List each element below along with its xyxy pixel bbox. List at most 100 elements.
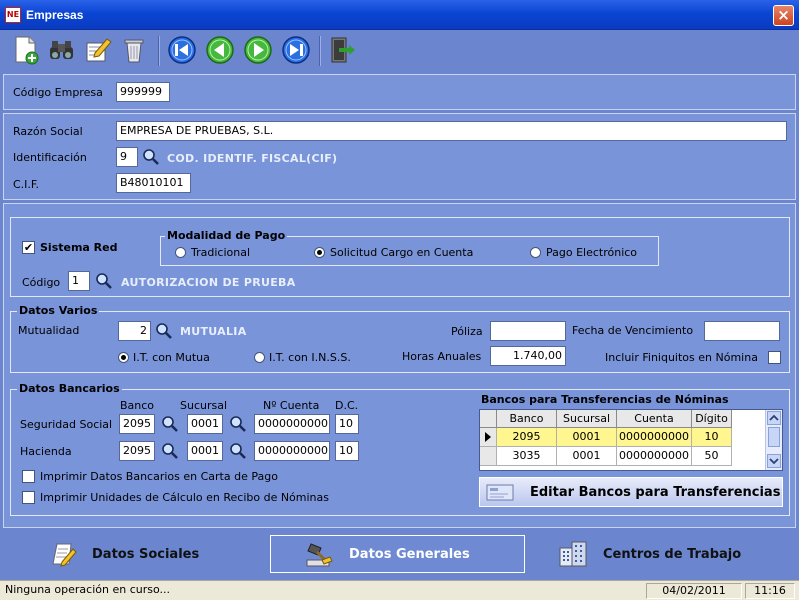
modalidad-pago-title: Modalidad de Pago [165,229,288,242]
razon-social-input[interactable]: EMPRESA DE PRUEBAS, S.L. [116,121,787,141]
main-data-panel: ✔ Sistema Red Código 1 AUTORIZACION DE P… [3,203,796,528]
horas-anuales-input[interactable]: 1.740,00 [490,346,566,366]
previous-record-icon[interactable] [204,34,236,66]
seguridad-social-cuenta-input[interactable]: 0000000000 [254,414,330,434]
identificacion-input[interactable]: 9 [116,147,138,167]
new-document-icon[interactable] [10,34,42,66]
hacienda-banco-search-icon[interactable] [161,442,179,460]
poliza-input[interactable] [490,321,566,341]
sistema-red-checkbox[interactable]: ✔ [22,241,35,254]
mutualidad-label: Mutualidad [18,324,80,337]
exit-icon[interactable] [326,34,358,66]
sucursal-header: Sucursal [180,399,228,412]
grid-cell[interactable]: 0001 [557,428,617,447]
seguridad-social-sucursal-input[interactable]: 0001 [187,414,223,434]
imprimir-recibo-label: Imprimir Unidades de Cálculo en Recibo d… [40,491,330,504]
status-time: 11:16 [745,583,795,599]
datos-bancarios-title: Datos Bancarios [17,382,122,395]
row-indicator [480,428,497,447]
datos-varios-title: Datos Varios [17,304,100,317]
close-button[interactable]: × [773,5,794,26]
datos-varios-box: Datos Varios Mutualidad 2 MUTUALIA Póliz… [10,304,790,373]
identificacion-label: Identificación [13,151,87,164]
codigo-sistema-red-input[interactable]: 1 [68,271,90,291]
imprimir-carta-checkbox[interactable] [22,470,35,483]
first-record-icon[interactable] [166,34,198,66]
app-icon: NE [5,7,21,23]
grid-header-cuenta[interactable]: Cuenta [617,410,692,428]
grid-cell[interactable]: 0000000000 [617,447,692,466]
mutualidad-input[interactable]: 2 [118,321,151,341]
hacienda-banco-input[interactable]: 2095 [119,441,155,461]
fecha-vencimiento-label: Fecha de Vencimiento [572,324,694,337]
next-record-icon[interactable] [242,34,274,66]
building-icon [557,538,589,570]
mutualidad-description: MUTUALIA [180,325,247,338]
codigo-empresa-label: Código Empresa [13,86,103,99]
finiquitos-checkbox[interactable] [768,351,781,364]
grid-cell[interactable]: 2095 [497,428,557,447]
edit-icon[interactable] [82,34,114,66]
scroll-thumb[interactable] [768,427,780,447]
scroll-down-icon[interactable] [767,454,781,468]
codigo-label: Código [22,276,61,289]
hacienda-sucursal-search-icon[interactable] [229,442,247,460]
toolbar-separator [319,36,321,66]
nav-datos-sociales[interactable]: Datos Sociales [48,535,248,573]
sistema-red-label: Sistema Red [40,241,118,254]
grid-header-digito[interactable]: Dígito [692,410,732,428]
cif-input[interactable]: B48010101 [116,173,191,193]
grid-corner [480,410,497,428]
modalidad-solicitud-radio[interactable] [314,247,325,258]
sistema-red-box: ✔ Sistema Red Código 1 AUTORIZACION DE P… [10,217,790,297]
seguridad-social-sucursal-search-icon[interactable] [229,415,247,433]
window-title: Empresas [26,8,84,22]
codigo-search-icon[interactable] [95,272,113,290]
delete-icon[interactable] [118,34,150,66]
modalidad-tradicional-radio[interactable] [175,247,186,258]
identificacion-search-icon[interactable] [142,148,160,166]
it-mutua-radio[interactable] [118,352,129,363]
imprimir-carta-label: Imprimir Datos Bancarios en Carta de Pag… [40,470,278,483]
fecha-vencimiento-input[interactable] [704,321,780,341]
nav-datos-generales[interactable]: Datos Generales [270,535,525,573]
grid-cell[interactable]: 10 [692,428,732,447]
hacienda-cuenta-input[interactable]: 0000000000 [254,441,330,461]
grid-cell[interactable]: 50 [692,447,732,466]
grid-header-banco[interactable]: Banco [497,410,557,428]
editar-bancos-button[interactable]: Editar Bancos para Transferencias [479,477,783,507]
hacienda-label: Hacienda [20,445,72,458]
imprimir-recibo-checkbox[interactable] [22,491,35,504]
editar-bancos-label: Editar Bancos para Transferencias [530,484,781,500]
seguridad-social-banco-search-icon[interactable] [161,415,179,433]
modalidad-electronico-radio[interactable] [530,247,541,258]
modalidad-electronico-label: Pago Electrónico [546,246,638,259]
company-info-panel: Razón Social EMPRESA DE PRUEBAS, S.L. Id… [3,113,796,200]
grid-cell[interactable]: 0000000000 [617,428,692,447]
it-inss-radio[interactable] [254,352,265,363]
seguridad-social-banco-input[interactable]: 2095 [119,414,155,434]
cif-label: C.I.F. [13,178,39,191]
gavel-icon [303,538,335,570]
grid-header-sucursal[interactable]: Sucursal [557,410,617,428]
mutualidad-search-icon[interactable] [155,322,173,340]
last-record-icon[interactable] [280,34,312,66]
poliza-label: Póliza [451,325,483,338]
binoculars-icon[interactable] [46,34,78,66]
grid-cell[interactable]: 3035 [497,447,557,466]
seguridad-social-dc-input[interactable]: 10 [335,414,359,434]
hacienda-sucursal-input[interactable]: 0001 [187,441,223,461]
nav-datos-sociales-label: Datos Sociales [92,546,200,562]
scroll-up-icon[interactable] [767,411,781,425]
dc-header: D.C. [335,399,359,412]
nav-centros-trabajo[interactable]: Centros de Trabajo [557,535,777,573]
codigo-empresa-input[interactable]: 999999 [116,82,170,102]
cuenta-header: Nº Cuenta [263,399,320,412]
grid-cell[interactable]: 0001 [557,447,617,466]
grid-scrollbar[interactable] [765,410,782,470]
status-date: 04/02/2011 [646,583,742,599]
row-indicator [480,447,497,466]
toolbar-separator [158,36,160,66]
hacienda-dc-input[interactable]: 10 [335,441,359,461]
bottom-navigation: Datos Sociales Datos Generales Centros d… [0,532,799,578]
